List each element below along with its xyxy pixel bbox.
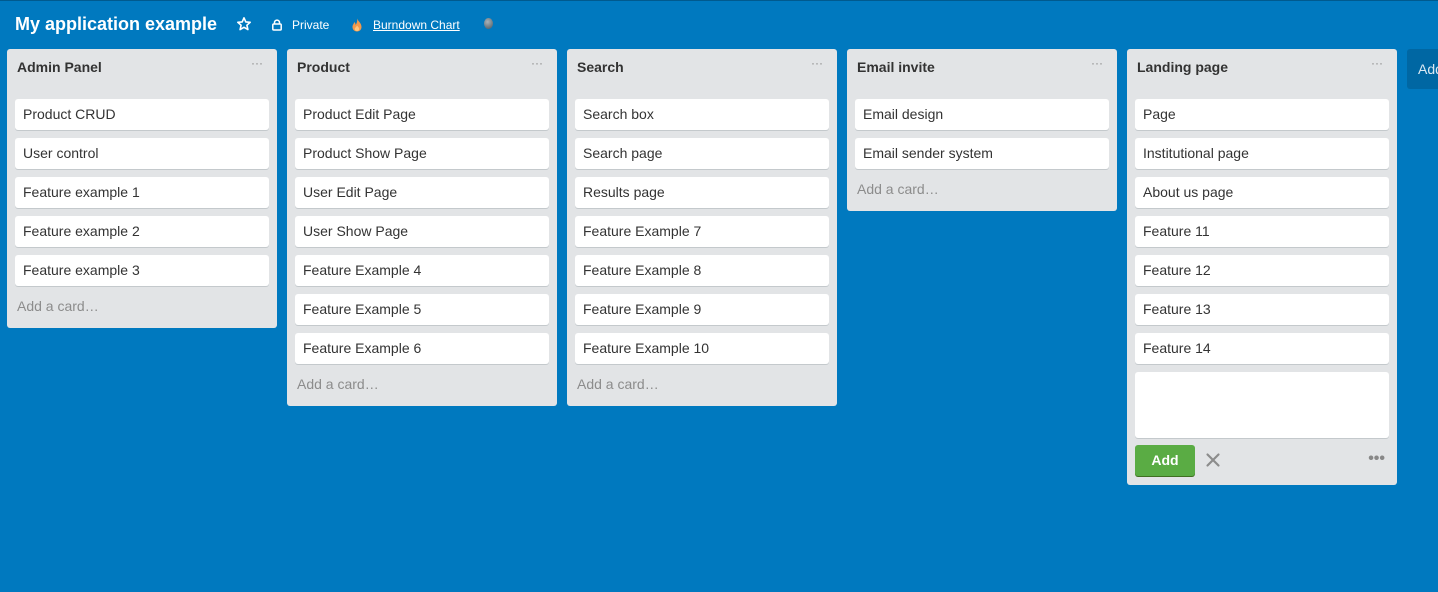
list-header: Email invite ··· [855, 49, 1109, 99]
list-menu-icon[interactable]: ··· [809, 56, 825, 70]
card[interactable]: Product Edit Page [295, 99, 549, 130]
card-composer-controls: Add ••• [1135, 445, 1389, 477]
list-landing-page: Landing page ··· Page Institutional page… [1127, 49, 1397, 485]
list-menu-icon[interactable]: ··· [1089, 56, 1105, 70]
card[interactable]: Institutional page [1135, 138, 1389, 169]
add-card-button[interactable]: Add [1135, 445, 1195, 476]
list-title[interactable]: Product [297, 59, 350, 75]
star-icon[interactable] [236, 16, 252, 32]
close-icon[interactable] [1205, 452, 1221, 468]
member-avatar[interactable] [484, 18, 493, 29]
card[interactable]: Page [1135, 99, 1389, 130]
burndown-chart-label: Burndown Chart [373, 18, 460, 32]
card[interactable]: Product Show Page [295, 138, 549, 169]
list-title[interactable]: Admin Panel [17, 59, 102, 75]
card[interactable]: Search page [575, 138, 829, 169]
card[interactable]: User Show Page [295, 216, 549, 247]
list-header: Admin Panel ··· [15, 49, 269, 99]
flame-icon [352, 18, 362, 32]
list-menu-icon[interactable]: ··· [249, 56, 265, 70]
add-list-button[interactable]: Add a list… [1407, 49, 1438, 89]
list-product: Product ··· Product Edit Page Product Sh… [287, 49, 557, 406]
board-title[interactable]: My application example [15, 13, 217, 35]
list-menu-icon[interactable]: ··· [1369, 56, 1385, 70]
list-header: Product ··· [295, 49, 549, 99]
add-card-link[interactable]: Add a card… [855, 177, 1109, 203]
list-search: Search ··· Search box Search page Result… [567, 49, 837, 406]
lock-icon [272, 19, 282, 31]
card-composer-textarea[interactable] [1135, 372, 1389, 438]
card[interactable]: Feature Example 6 [295, 333, 549, 364]
board-header: My application example Private Burndown … [0, 1, 1438, 47]
list-admin-panel: Admin Panel ··· Product CRUD User contro… [7, 49, 277, 328]
card[interactable]: Feature Example 8 [575, 255, 829, 286]
list-header: Landing page ··· [1135, 49, 1389, 99]
card[interactable]: Feature 12 [1135, 255, 1389, 286]
board: My application example Private Burndown … [0, 0, 1438, 592]
card[interactable]: Feature Example 4 [295, 255, 549, 286]
list-header: Search ··· [575, 49, 829, 99]
card[interactable]: Feature 13 [1135, 294, 1389, 325]
visibility-label: Private [292, 18, 330, 32]
card[interactable]: User control [15, 138, 269, 169]
card[interactable]: Feature example 3 [15, 255, 269, 286]
card[interactable]: Feature 14 [1135, 333, 1389, 364]
card[interactable]: Feature Example 7 [575, 216, 829, 247]
card[interactable]: Feature Example 5 [295, 294, 549, 325]
card[interactable]: Feature Example 10 [575, 333, 829, 364]
card[interactable]: Feature example 1 [15, 177, 269, 208]
card[interactable]: Feature Example 9 [575, 294, 829, 325]
card[interactable]: Search box [575, 99, 829, 130]
visibility-button[interactable]: Private [271, 16, 329, 34]
list-email-invite: Email invite ··· Email design Email send… [847, 49, 1117, 211]
card[interactable]: Feature example 2 [15, 216, 269, 247]
card[interactable]: About us page [1135, 177, 1389, 208]
card[interactable]: Feature 11 [1135, 216, 1389, 247]
card[interactable]: Product CRUD [15, 99, 269, 130]
composer-more-icon[interactable]: ••• [1368, 450, 1385, 468]
list-title[interactable]: Email invite [857, 59, 935, 75]
list-title[interactable]: Landing page [1137, 59, 1228, 75]
list-menu-icon[interactable]: ··· [529, 56, 545, 70]
card[interactable]: Email design [855, 99, 1109, 130]
card[interactable]: Results page [575, 177, 829, 208]
add-card-link[interactable]: Add a card… [15, 294, 269, 320]
burndown-chart-link[interactable]: Burndown Chart [351, 16, 460, 34]
card[interactable]: User Edit Page [295, 177, 549, 208]
add-card-link[interactable]: Add a card… [295, 372, 549, 398]
card[interactable]: Email sender system [855, 138, 1109, 169]
add-card-link[interactable]: Add a card… [575, 372, 829, 398]
list-title[interactable]: Search [577, 59, 624, 75]
